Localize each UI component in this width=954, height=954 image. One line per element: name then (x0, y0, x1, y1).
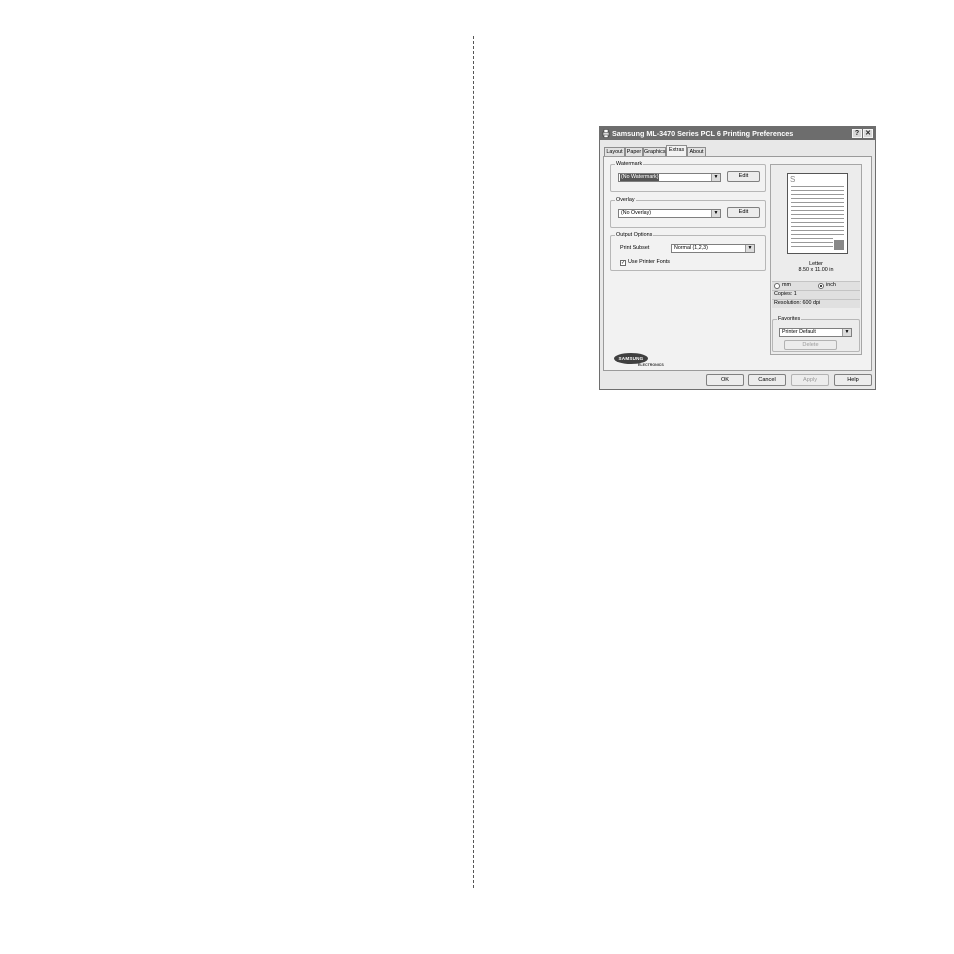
text-line (791, 238, 833, 239)
printing-preferences-dialog: Samsung ML-3470 Series PCL 6 Printing Pr… (599, 126, 876, 390)
copies-text: Copies: 1 (774, 291, 797, 297)
overlay-select[interactable]: (No Overlay) ▼ (618, 209, 721, 218)
overlay-group-label: Overlay (615, 196, 636, 204)
use-printer-fonts-label: Use Printer Fonts (628, 259, 670, 265)
units-row: mm inch (772, 281, 860, 290)
chevron-down-icon: ▼ (842, 329, 851, 336)
copies-row: Copies: 1 (772, 290, 860, 299)
apply-button[interactable]: Apply (791, 374, 829, 386)
checkmark-icon: ✓ (621, 260, 626, 266)
print-preview-panel: S Letter 8.50 x 11.00 in mm inch Copies:… (770, 164, 862, 355)
unit-mm-radio[interactable] (774, 283, 780, 289)
use-printer-fonts-checkbox[interactable]: ✓ (620, 260, 626, 266)
text-line (791, 198, 844, 199)
overlay-value: (No Overlay) (621, 210, 652, 216)
chevron-down-icon: ▼ (711, 210, 720, 217)
overlay-edit-button[interactable]: Edit (727, 207, 760, 218)
chevron-down-icon: ▼ (745, 245, 754, 252)
help-title-button[interactable]: ? (852, 129, 862, 138)
page-divider-line (473, 36, 474, 888)
watermark-group-label: Watermark (615, 160, 644, 168)
text-line (791, 202, 844, 203)
text-line (791, 210, 844, 211)
cancel-button[interactable]: Cancel (748, 374, 786, 386)
resolution-text: Resolution: 600 dpi (774, 300, 821, 306)
text-line (791, 186, 844, 187)
overlay-mark (834, 240, 844, 250)
unit-mm-label: mm (782, 282, 791, 288)
text-line (791, 230, 844, 231)
favorites-delete-button[interactable]: Delete (784, 340, 837, 350)
print-subset-value: Normal (1,2,3) (674, 245, 708, 251)
tab-graphics[interactable]: Graphics (643, 147, 666, 156)
dialog-title: Samsung ML-3470 Series PCL 6 Printing Pr… (612, 129, 794, 138)
watermark-value: (No Watermark) (620, 174, 660, 181)
favorites-group: Favorites Printer Default ▼ Delete (772, 315, 860, 352)
radio-selected-dot (820, 285, 822, 287)
text-line (791, 234, 844, 235)
ok-button[interactable]: OK (706, 374, 744, 386)
tab-extras[interactable]: Extras (666, 145, 687, 156)
output-options-group: Output Options Print Subset Normal (1,2,… (610, 231, 766, 271)
text-line (791, 226, 844, 227)
resolution-row: Resolution: 600 dpi (772, 299, 860, 308)
help-icon: ? (854, 130, 860, 137)
watermark-select[interactable]: (No Watermark) ▼ (618, 173, 721, 182)
paper-size: 8.50 x 11.00 in (798, 267, 834, 273)
tab-paper[interactable]: Paper (625, 147, 643, 156)
printer-icon (602, 129, 610, 138)
favorites-group-label: Favorites (777, 315, 802, 323)
text-line (791, 190, 844, 191)
text-line (791, 246, 833, 247)
watermark-group: Watermark (No Watermark) ▼ Edit (610, 160, 766, 192)
favorites-select[interactable]: Printer Default ▼ (779, 328, 852, 337)
unit-inch-radio[interactable] (818, 283, 824, 289)
tab-about[interactable]: About (687, 147, 706, 156)
samsung-logo-subtext: ELECTRONICS (638, 363, 664, 367)
print-subset-select[interactable]: Normal (1,2,3) ▼ (671, 244, 755, 253)
paper-preview: S (787, 173, 848, 254)
paper-preview-letter: S (790, 175, 796, 184)
title-bar[interactable]: Samsung ML-3470 Series PCL 6 Printing Pr… (600, 127, 875, 140)
close-icon: ✕ (865, 130, 871, 137)
text-line (791, 242, 833, 243)
tab-layout[interactable]: Layout (604, 147, 625, 156)
text-line (791, 222, 844, 223)
unit-inch-label: inch (826, 282, 836, 288)
help-button[interactable]: Help (834, 374, 872, 386)
text-line (791, 214, 844, 215)
favorites-value: Printer Default (782, 329, 816, 335)
close-button[interactable]: ✕ (863, 129, 873, 138)
text-line (791, 206, 844, 207)
text-line (791, 218, 844, 219)
watermark-edit-button[interactable]: Edit (727, 171, 760, 182)
extras-tab-panel: Watermark (No Watermark) ▼ Edit Overlay … (603, 156, 872, 371)
print-subset-label: Print Subset (620, 245, 650, 251)
output-options-group-label: Output Options (615, 231, 654, 239)
chevron-down-icon: ▼ (711, 174, 720, 181)
text-line (791, 194, 844, 195)
overlay-group: Overlay (No Overlay) ▼ Edit (610, 196, 766, 228)
